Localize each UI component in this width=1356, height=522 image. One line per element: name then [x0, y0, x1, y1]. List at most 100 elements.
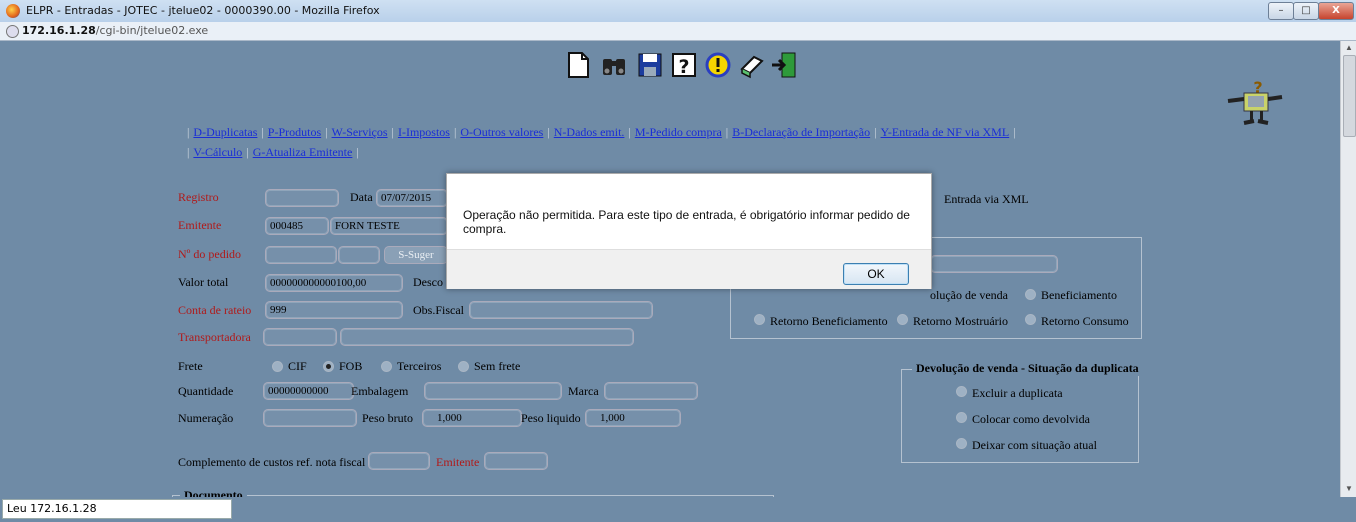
- minimize-button[interactable]: –: [1268, 2, 1294, 20]
- emitente-name-input[interactable]: FORN TESTE: [330, 217, 448, 235]
- frete-cif-label: CIF: [288, 359, 307, 373]
- emitente-code-input[interactable]: 000485: [265, 217, 329, 235]
- tipo-entrada-input[interactable]: [930, 255, 1058, 273]
- address-bar[interactable]: 172.16.1.28/cgi-bin/jtelue02.exe: [0, 22, 1356, 41]
- help-icon[interactable]: ?: [670, 51, 698, 79]
- marca-label: Marca: [568, 384, 599, 398]
- beneficiamento-label: Beneficiamento: [1041, 288, 1117, 302]
- edit-book-icon[interactable]: [738, 51, 766, 79]
- frete-sem-frete-radio[interactable]: [458, 361, 469, 372]
- alert-message: Operação não permitida. Para este tipo d…: [463, 208, 910, 236]
- url-text[interactable]: 172.16.1.28/cgi-bin/jtelue02.exe: [22, 24, 208, 37]
- frete-terceiros-label: Terceiros: [397, 359, 442, 373]
- menu-produtos[interactable]: P-Produtos: [268, 125, 321, 139]
- sugerir-button[interactable]: S-Suger: [384, 246, 448, 264]
- alert-footer: OK: [447, 249, 931, 289]
- transportadora-code-input[interactable]: [263, 328, 337, 346]
- transportadora-name-input[interactable]: [340, 328, 634, 346]
- frete-fob-radio[interactable]: [323, 361, 334, 372]
- scroll-down-icon[interactable]: ▼: [1345, 484, 1353, 493]
- binoculars-icon[interactable]: [600, 51, 628, 79]
- beneficiamento-radio[interactable]: [1025, 289, 1036, 300]
- entrada-xml-label: Entrada via XML: [944, 192, 1029, 206]
- conta-rateio-input[interactable]: 999: [265, 301, 403, 319]
- numeracao-label: Numeração: [178, 411, 234, 425]
- maximize-button[interactable]: □: [1293, 2, 1319, 20]
- menu-atualiza-emitente[interactable]: G-Atualiza Emitente: [253, 145, 353, 159]
- frete-cif-radio[interactable]: [272, 361, 283, 372]
- obs-fiscal-label: Obs.Fiscal: [413, 303, 464, 317]
- pedido-serie-input[interactable]: [338, 246, 380, 264]
- retorno-beneficiamento-label: Retorno Beneficiamento: [770, 314, 888, 328]
- embalagem-input[interactable]: [424, 382, 562, 400]
- peso-liquido-input[interactable]: 1,000: [585, 409, 681, 427]
- complemento-label: Complemento de custos ref. nota fiscal: [178, 455, 366, 469]
- complemento-emitente-label: Emitente: [436, 455, 480, 469]
- devolucao-legend: Devolução de venda - Situação da duplica…: [912, 361, 1143, 376]
- deixar-situacao-label: Deixar com situação atual: [972, 438, 1097, 452]
- emitente-label: Emitente: [178, 218, 222, 232]
- frete-sem-frete-label: Sem frete: [474, 359, 521, 373]
- complemento-emitente-input[interactable]: [484, 452, 548, 470]
- scroll-up-icon[interactable]: ▲: [1345, 43, 1353, 52]
- menu-servicos[interactable]: W-Serviços: [332, 125, 388, 139]
- firefox-icon: [6, 4, 20, 18]
- save-disk-icon[interactable]: [636, 51, 664, 79]
- excluir-duplicata-label: Excluir a duplicata: [972, 386, 1063, 400]
- menu-pedido-compra[interactable]: M-Pedido compra: [635, 125, 722, 139]
- embalagem-label: Embalagem: [351, 384, 409, 398]
- scrollbar-thumb[interactable]: [1343, 55, 1356, 137]
- peso-bruto-label: Peso bruto: [362, 411, 413, 425]
- colocar-devolvida-label: Colocar como devolvida: [972, 412, 1090, 426]
- valor-total-input[interactable]: 000000000000100,00: [265, 274, 403, 292]
- exit-door-icon[interactable]: [770, 51, 798, 79]
- peso-bruto-input[interactable]: 1,000: [422, 409, 522, 427]
- obs-fiscal-input[interactable]: [469, 301, 653, 319]
- window-title: ELPR - Entradas - JOTEC - jtelue02 - 000…: [26, 4, 380, 17]
- help-mascot-icon[interactable]: ?: [1224, 79, 1288, 137]
- excluir-duplicata-radio[interactable]: [956, 386, 967, 397]
- quantidade-input[interactable]: 00000000000: [263, 382, 354, 400]
- menu-row-2: | V-Cálculo | G-Atualiza Emitente |: [187, 145, 359, 159]
- new-document-icon[interactable]: [564, 51, 592, 79]
- retorno-mostruario-radio[interactable]: [897, 314, 908, 325]
- retorno-consumo-label: Retorno Consumo: [1041, 314, 1129, 328]
- menu-dados-emit[interactable]: N-Dados emit.: [554, 125, 625, 139]
- vertical-scrollbar[interactable]: ▲ ▼: [1340, 41, 1356, 497]
- alert-dialog: Operação não permitida. Para este tipo d…: [446, 173, 932, 289]
- pedido-input[interactable]: [265, 246, 337, 264]
- ok-button[interactable]: OK: [843, 263, 909, 285]
- menu-declaracao-importacao[interactable]: B-Declaração de Importação: [732, 125, 870, 139]
- close-button[interactable]: X: [1318, 2, 1354, 20]
- frete-terceiros-radio[interactable]: [381, 361, 392, 372]
- desconto-label: Desco: [413, 275, 443, 289]
- marca-input[interactable]: [604, 382, 698, 400]
- data-input[interactable]: 07/07/2015: [376, 189, 448, 207]
- info-icon[interactable]: [704, 51, 732, 79]
- registro-input[interactable]: [265, 189, 339, 207]
- registro-label: Registro: [178, 190, 219, 204]
- quantidade-label: Quantidade: [178, 384, 234, 398]
- data-label: Data: [350, 190, 373, 204]
- menu-calculo[interactable]: V-Cálculo: [193, 145, 242, 159]
- status-bar: Leu 172.16.1.28: [0, 497, 1356, 522]
- deixar-situacao-radio[interactable]: [956, 438, 967, 449]
- frete-fob-label: FOB: [339, 359, 363, 373]
- transportadora-label: Transportadora: [178, 330, 251, 344]
- devolucao-venda-option-label: olução de venda: [930, 288, 1008, 302]
- numeracao-input[interactable]: [263, 409, 357, 427]
- window-titlebar: ELPR - Entradas - JOTEC - jtelue02 - 000…: [0, 0, 1356, 23]
- colocar-devolvida-radio[interactable]: [956, 412, 967, 423]
- status-text: Leu 172.16.1.28: [2, 499, 232, 519]
- menu-outros-valores[interactable]: O-Outros valores: [460, 125, 543, 139]
- svg-text:?: ?: [678, 56, 689, 78]
- retorno-consumo-radio[interactable]: [1025, 314, 1036, 325]
- retorno-beneficiamento-radio[interactable]: [754, 314, 765, 325]
- menu-entrada-nf-xml[interactable]: Y-Entrada de NF via XML: [881, 125, 1010, 139]
- complemento-input[interactable]: [368, 452, 430, 470]
- menu-impostos[interactable]: I-Impostos: [398, 125, 450, 139]
- frete-label: Frete: [178, 359, 203, 373]
- retorno-mostruario-label: Retorno Mostruário: [913, 314, 1008, 328]
- pedido-label: Nº do pedido: [178, 247, 242, 261]
- menu-duplicatas[interactable]: D-Duplicatas: [193, 125, 257, 139]
